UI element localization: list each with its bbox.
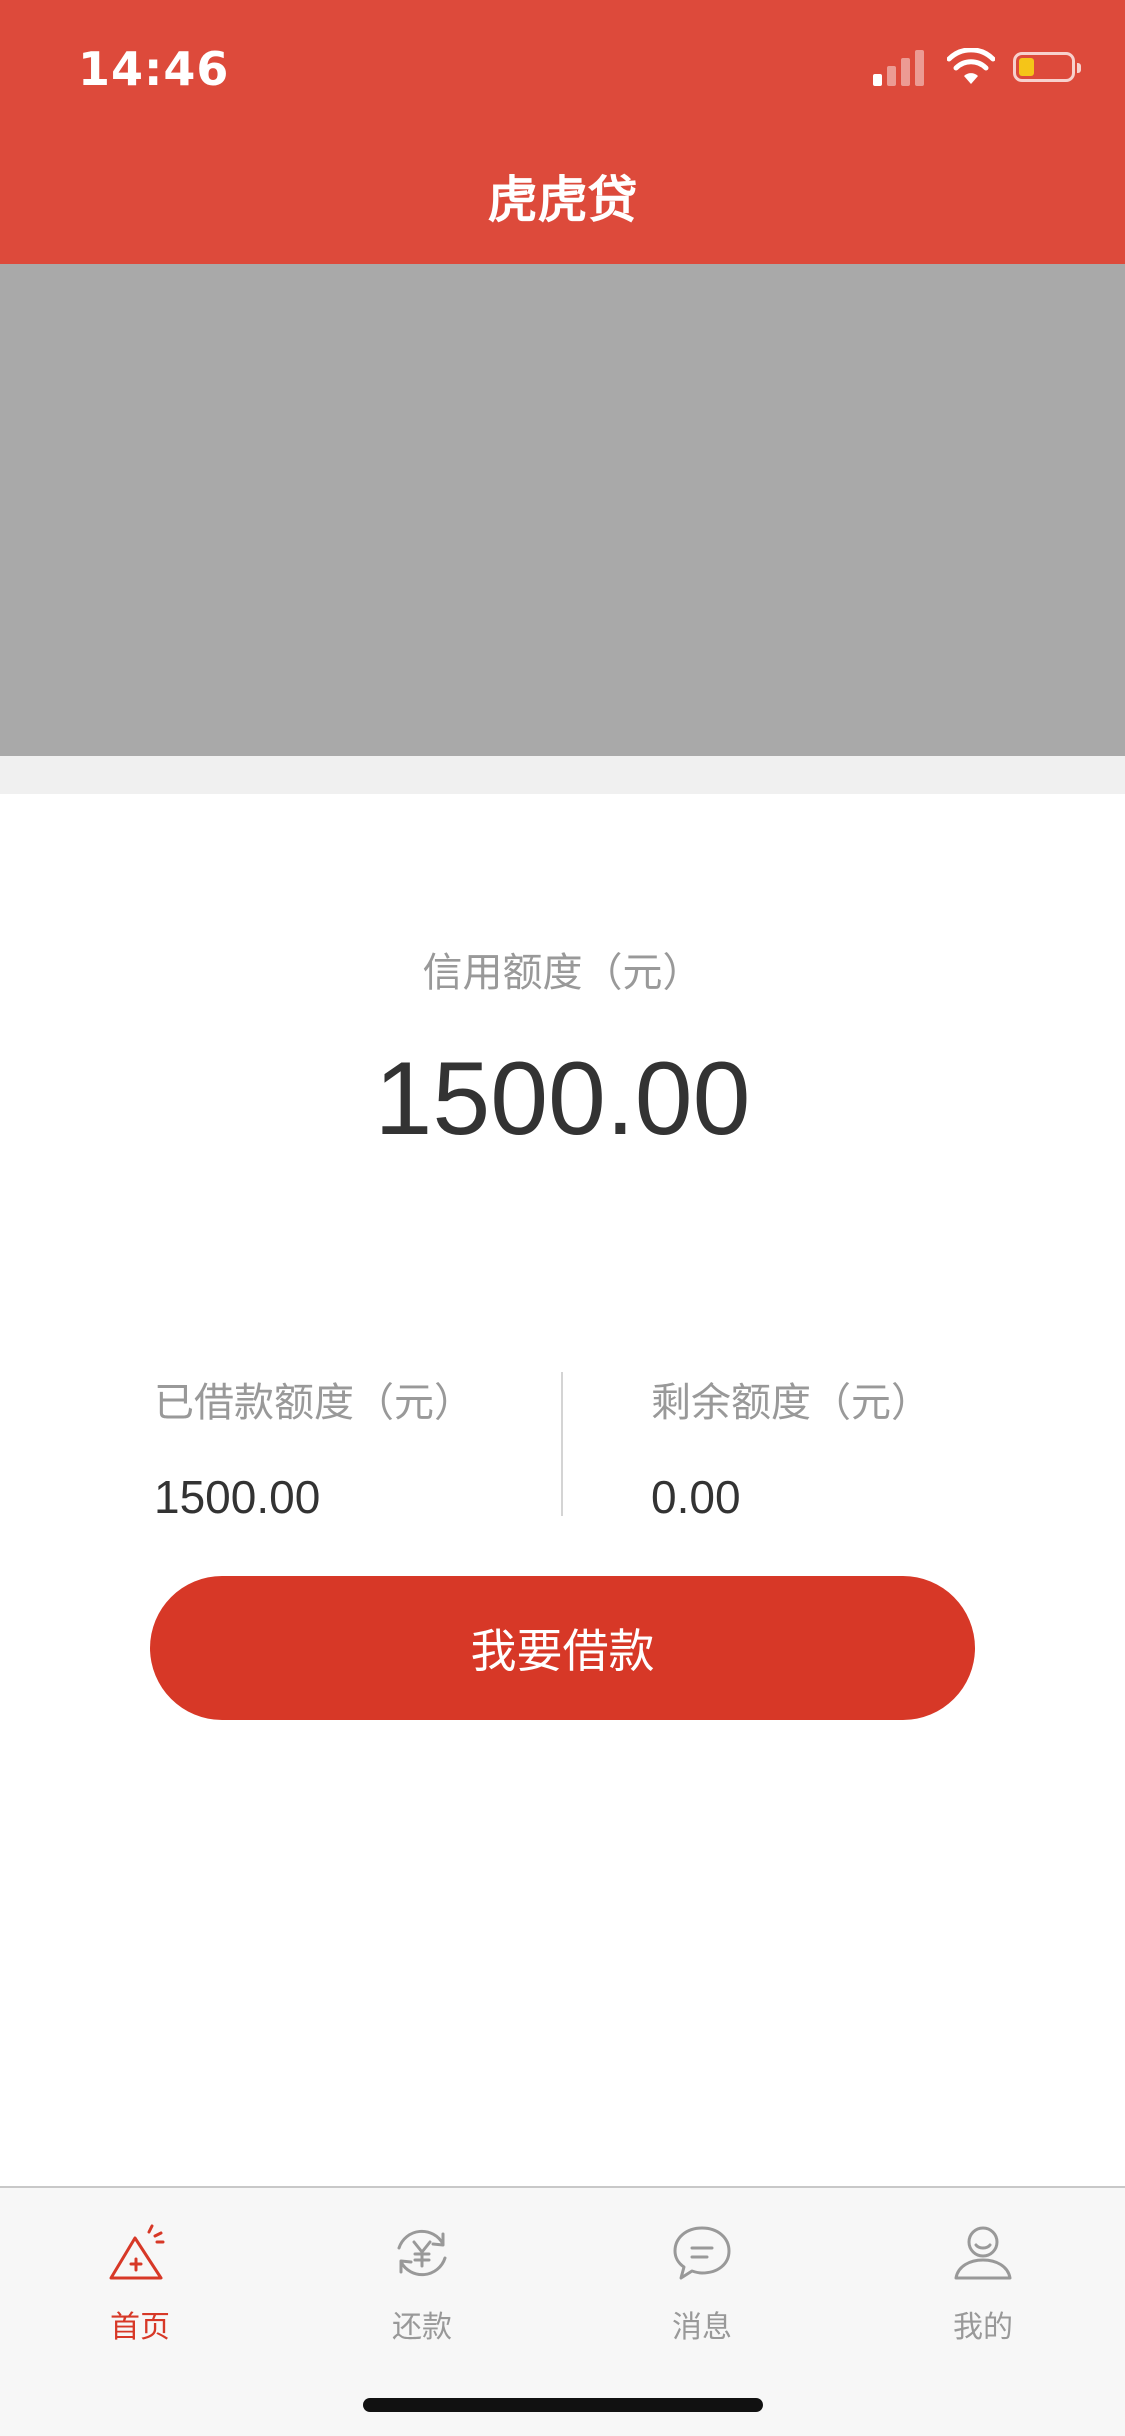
status-icons bbox=[873, 48, 1083, 90]
credit-limit-label: 信用额度（元） bbox=[422, 950, 703, 996]
battery-icon bbox=[1013, 52, 1081, 82]
credit-limit-amount: 1500.00 bbox=[374, 1041, 751, 1157]
remaining-amount-block: 剩余额度（元） 0.00 bbox=[651, 1370, 931, 1524]
home-icon bbox=[109, 2224, 165, 2280]
home-indicator[interactable] bbox=[363, 2398, 763, 2412]
message-icon bbox=[673, 2226, 731, 2280]
borrowed-label: 已借款额度（元） bbox=[154, 1380, 474, 1426]
remaining-label: 剩余额度（元） bbox=[651, 1380, 931, 1426]
banner-image[interactable] bbox=[0, 264, 1125, 756]
tab-messages-label: 消息 bbox=[672, 2310, 732, 2345]
borrowed-value: 1500.00 bbox=[154, 1471, 321, 1523]
tab-home-label: 首页 bbox=[110, 2310, 170, 2345]
remaining-value: 0.00 bbox=[651, 1471, 741, 1523]
wifi-icon bbox=[947, 48, 995, 84]
repay-icon bbox=[397, 2229, 447, 2277]
section-divider bbox=[0, 756, 1125, 794]
tab-messages[interactable]: 消息 bbox=[612, 2218, 792, 2346]
borrow-button[interactable]: 我要借款 bbox=[150, 1576, 975, 1720]
page-title: 虎虎贷 bbox=[487, 171, 638, 229]
tab-profile[interactable]: 我的 bbox=[893, 2218, 1073, 2346]
tab-home[interactable]: 首页 bbox=[50, 2218, 230, 2346]
tab-repay[interactable]: 还款 bbox=[332, 2218, 512, 2346]
tab-repay-label: 还款 bbox=[392, 2310, 452, 2345]
status-time: 14:46 bbox=[78, 42, 230, 96]
tab-profile-label: 我的 bbox=[953, 2310, 1013, 2345]
stat-divider bbox=[561, 1372, 563, 1516]
profile-icon bbox=[954, 2226, 1012, 2280]
borrowed-amount-block: 已借款额度（元） 1500.00 bbox=[154, 1370, 474, 1524]
cellular-signal-icon bbox=[873, 48, 929, 86]
app-header: 14:46 虎虎贷 bbox=[0, 0, 1125, 264]
